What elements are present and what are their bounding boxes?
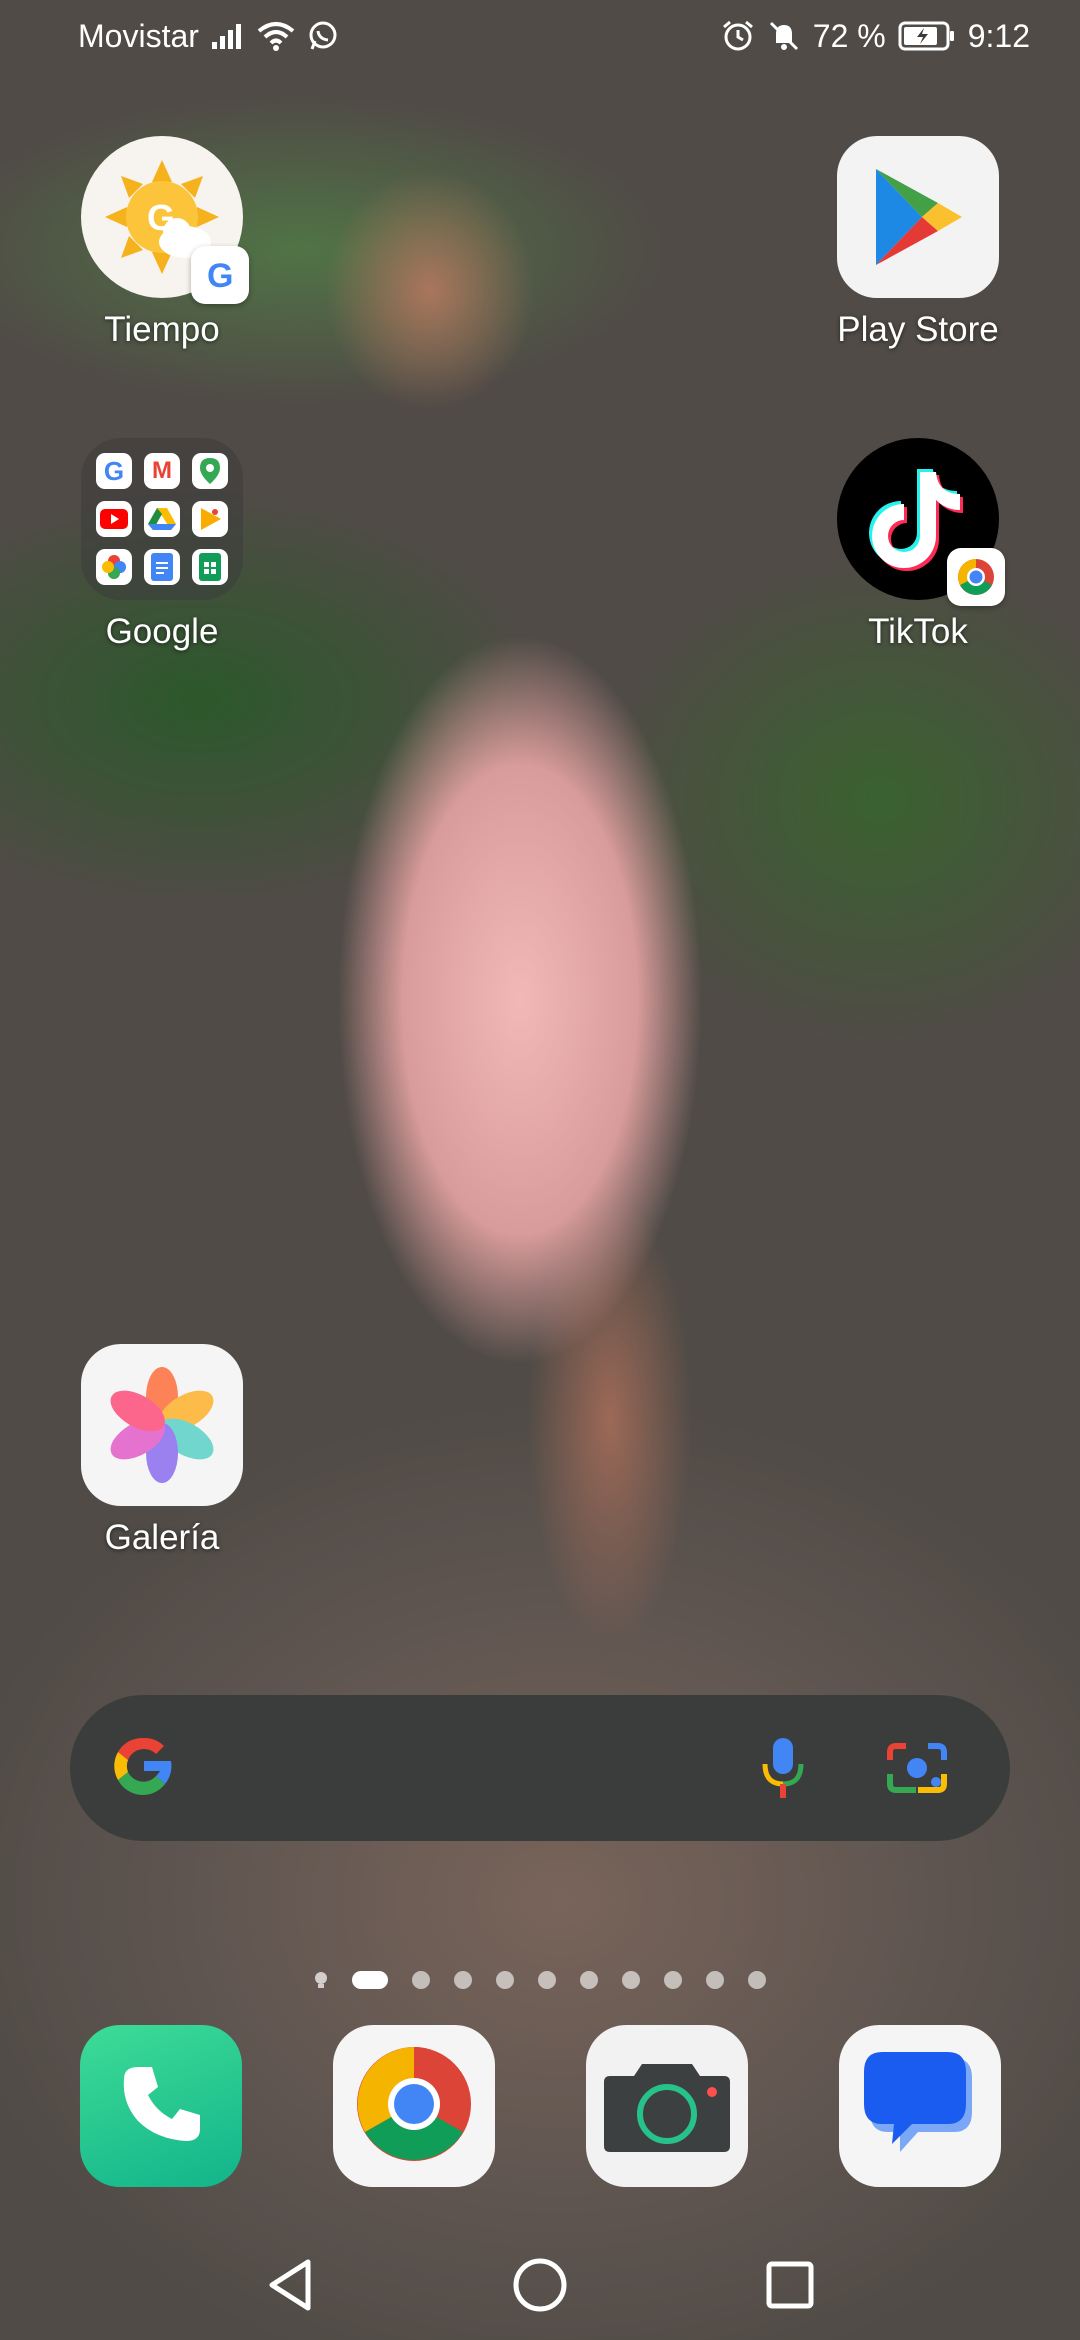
page-dot[interactable] [454, 1971, 472, 1989]
mute-icon [767, 19, 801, 53]
app-label: Galería [104, 1518, 220, 1557]
app-tiktok[interactable]: TikTok [818, 438, 1018, 652]
navigation-bar [0, 2240, 1080, 2330]
whatsapp-icon [307, 20, 339, 52]
page-dot[interactable] [748, 1971, 766, 1989]
dock-messages[interactable] [839, 2025, 1001, 2187]
page-dot[interactable] [496, 1971, 514, 1989]
battery-percent: 72 % [812, 17, 886, 54]
folder-label: Google [105, 612, 219, 651]
folder-icon-grid: G M [81, 438, 243, 600]
svg-text:G: G [207, 257, 233, 295]
recents-button[interactable] [755, 2250, 825, 2320]
play-store-icon [837, 136, 999, 298]
google-search-icon: G [96, 453, 132, 489]
youtube-icon [96, 501, 132, 537]
page-dot[interactable] [706, 1971, 724, 1989]
page-dot[interactable] [538, 1971, 556, 1989]
google-g-icon [108, 1730, 180, 1807]
page-dot[interactable] [580, 1971, 598, 1989]
app-gallery[interactable]: Galería [62, 1344, 262, 1558]
page-dot-active[interactable] [352, 1971, 388, 1989]
chrome-badge-icon [947, 548, 1005, 606]
chrome-icon [355, 2045, 473, 2168]
app-weather[interactable]: G G Tiempo [62, 136, 262, 350]
app-label: Tiempo [104, 310, 220, 349]
camera-icon [602, 2054, 732, 2159]
dock-phone[interactable] [80, 2025, 242, 2187]
weather-icon: G G [81, 136, 249, 304]
lightbulb-icon [314, 1971, 328, 1989]
battery-icon [898, 21, 956, 51]
app-label: TikTok [868, 612, 968, 651]
page-dot[interactable] [664, 1971, 682, 1989]
status-bar: Movistar 72 % 9:12 [0, 0, 1080, 72]
app-play-store[interactable]: Play Store [818, 136, 1018, 350]
wifi-icon [257, 21, 295, 51]
microphone-icon[interactable] [740, 1725, 826, 1811]
maps-icon [192, 453, 228, 489]
clock: 9:12 [967, 17, 1030, 54]
google-badge-icon: G [191, 246, 249, 304]
folder-google[interactable]: G M Google [62, 438, 262, 652]
phone-icon [116, 2059, 206, 2154]
sheets-icon [192, 549, 228, 585]
google-search-bar[interactable] [70, 1695, 1010, 1841]
photos-icon [96, 549, 132, 585]
messages-icon [860, 2046, 980, 2167]
back-button[interactable] [255, 2250, 325, 2320]
page-dot[interactable] [622, 1971, 640, 1989]
drive-icon [144, 501, 180, 537]
dock-chrome[interactable] [333, 2025, 495, 2187]
dock-camera[interactable] [586, 2025, 748, 2187]
alarm-icon [721, 19, 755, 53]
app-label: Play Store [837, 310, 999, 349]
google-lens-icon[interactable] [874, 1725, 960, 1811]
carrier-label: Movistar [78, 17, 199, 54]
signal-icon [211, 22, 245, 50]
gmail-icon: M [144, 453, 180, 489]
docs-icon [144, 549, 180, 585]
home-button[interactable] [505, 2250, 575, 2320]
tiktok-icon [837, 438, 1005, 606]
page-indicator [0, 1968, 1080, 1992]
play-games-icon [192, 501, 228, 537]
gallery-icon [81, 1344, 243, 1506]
page-dot[interactable] [412, 1971, 430, 1989]
